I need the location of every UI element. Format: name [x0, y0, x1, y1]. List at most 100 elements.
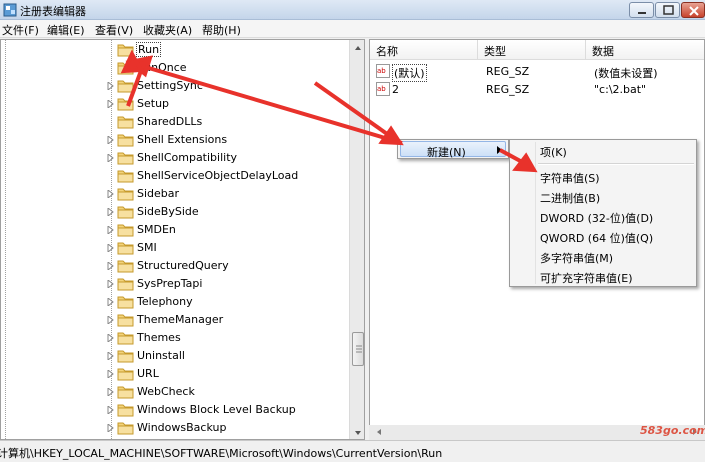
expand-arrow-icon[interactable] [107, 190, 114, 198]
expand-arrow-icon[interactable] [107, 370, 114, 378]
folder-icon [117, 98, 134, 111]
submenu-item-qword-value[interactable]: QWORD (64 位)值(Q) [540, 230, 653, 248]
tree-item-label: RunOnce [137, 61, 187, 74]
expand-arrow-icon[interactable] [107, 280, 114, 288]
tree-item-label: WindowsBackup [137, 421, 227, 434]
folder-icon [117, 368, 134, 381]
expand-arrow-icon[interactable] [107, 406, 114, 414]
close-button[interactable] [681, 2, 705, 18]
tree-item[interactable]: Uninstall [1, 347, 341, 365]
grip-icon [356, 345, 362, 353]
submenu-item-string-value[interactable]: 字符串值(S) [540, 170, 600, 188]
expand-arrow-icon[interactable] [107, 100, 114, 108]
expand-arrow-icon[interactable] [107, 226, 114, 234]
menu-item-new-label: 新建(N) [427, 146, 466, 159]
expand-arrow-icon[interactable] [107, 334, 114, 342]
window-title: 注册表编辑器 [20, 5, 86, 18]
expand-arrow-icon[interactable] [107, 388, 114, 396]
new-submenu: 项(K) 字符串值(S) 二进制值(B) DWORD (32-位)值(D) QW… [509, 139, 697, 287]
expand-arrow-icon[interactable] [107, 262, 114, 270]
expand-arrow-icon[interactable] [107, 316, 114, 324]
menu-favorites[interactable]: 收藏夹(A) [143, 22, 192, 38]
expand-arrow-icon[interactable] [107, 154, 114, 162]
scroll-up-icon[interactable] [350, 40, 365, 56]
tree-item[interactable]: Setup [1, 95, 341, 113]
scrollbar-thumb[interactable] [352, 332, 364, 366]
tree-item-label: Setup [137, 97, 170, 110]
expand-arrow-icon[interactable] [107, 136, 114, 144]
expand-arrow-icon[interactable] [107, 352, 114, 360]
tree-item[interactable]: Sidebar [1, 185, 341, 203]
expand-arrow-icon[interactable] [107, 424, 114, 432]
menu-file[interactable]: 文件(F) [2, 22, 39, 38]
maximize-button[interactable] [655, 2, 680, 18]
column-header-data[interactable]: 数据 [586, 40, 704, 60]
folder-icon [117, 224, 134, 237]
folder-icon [117, 170, 134, 183]
tree-item[interactable]: ShellServiceObjectDelayLoad [1, 167, 341, 185]
submenu-item-binary-value[interactable]: 二进制值(B) [540, 190, 600, 208]
tree-item[interactable]: RunOnce [1, 59, 341, 77]
list-row[interactable]: ab (默认) REG_SZ (数值未设置) [370, 62, 704, 82]
regedit-icon [3, 3, 17, 17]
tree-item[interactable]: ThemeManager [1, 311, 341, 329]
folder-icon [117, 206, 134, 219]
tree-item[interactable]: WindowsBackup [1, 419, 341, 437]
list-row[interactable]: ab 2 REG_SZ "c:\2.bat" [370, 80, 704, 98]
column-header-name[interactable]: 名称 [370, 40, 478, 60]
folder-icon [117, 260, 134, 273]
tree-item[interactable]: SMDEn [1, 221, 341, 239]
submenu-item-expandable-string-value[interactable]: 可扩充字符串值(E) [540, 270, 633, 288]
expand-arrow-icon[interactable] [107, 244, 114, 252]
tree-item-label: ShellCompatibility [137, 151, 238, 164]
tree-item[interactable]: SideBySide [1, 203, 341, 221]
expand-arrow-icon[interactable] [107, 298, 114, 306]
tree-item[interactable]: Telephony [1, 293, 341, 311]
menu-view[interactable]: 查看(V) [95, 22, 133, 38]
minimize-icon [638, 12, 646, 14]
tree-item[interactable]: Run [1, 41, 341, 59]
submenu-item-multi-string-value[interactable]: 多字符串值(M) [540, 250, 613, 268]
tree-item-label: Uninstall [137, 349, 185, 362]
tree-item[interactable]: SysPrepTapi [1, 275, 341, 293]
tree-item[interactable]: StructuredQuery [1, 257, 341, 275]
tree-item-label: Windows Block Level Backup [137, 403, 296, 416]
value-type: REG_SZ [486, 65, 530, 78]
tree-item[interactable]: Shell Extensions [1, 131, 341, 149]
submenu-item-key[interactable]: 项(K) [540, 144, 567, 162]
tree-item[interactable]: SharedDLLs [1, 113, 341, 131]
tree-item[interactable]: Themes [1, 329, 341, 347]
folder-icon [117, 278, 134, 291]
value-data: (数值未设置) [594, 67, 658, 80]
tree-item[interactable]: SettingSync [1, 77, 341, 95]
tree-item[interactable]: ShellCompatibility [1, 149, 341, 167]
watermark: 583go.com [640, 424, 705, 437]
tree-item[interactable]: SMI [1, 239, 341, 257]
menu-bar: 文件(F) 编辑(E) 查看(V) 收藏夹(A) 帮助(H) [0, 20, 705, 38]
column-type-label: 类型 [484, 45, 506, 58]
column-name-label: 名称 [376, 45, 398, 58]
scroll-down-icon[interactable] [350, 425, 365, 440]
tree-item-label: Run [136, 42, 162, 57]
expand-arrow-icon[interactable] [107, 82, 114, 90]
folder-icon [117, 152, 134, 165]
tree-item[interactable]: WebCheck [1, 383, 341, 401]
value-type: REG_SZ [486, 83, 530, 96]
column-header-type[interactable]: 类型 [478, 40, 586, 60]
menu-item-new[interactable]: 新建(N) [400, 141, 506, 159]
tree-item-label: SettingSync [137, 79, 203, 92]
folder-icon [117, 242, 134, 255]
folder-icon [117, 116, 134, 129]
folder-icon [117, 422, 134, 435]
tree-vertical-scrollbar[interactable] [349, 40, 365, 440]
tree-item-label: StructuredQuery [137, 259, 229, 272]
status-bar: 计算机\HKEY_LOCAL_MACHINE\SOFTWARE\Microsof… [0, 440, 705, 462]
tree-item[interactable]: URL [1, 365, 341, 383]
submenu-item-dword-value[interactable]: DWORD (32-位)值(D) [540, 210, 653, 228]
menu-help[interactable]: 帮助(H) [202, 22, 241, 38]
minimize-button[interactable] [629, 2, 654, 18]
menu-edit[interactable]: 编辑(E) [47, 22, 85, 38]
registry-tree[interactable]: Run RunOnce SettingSync Setup SharedDLLs Shel… [0, 39, 365, 440]
tree-item[interactable]: Windows Block Level Backup [1, 401, 341, 419]
expand-arrow-icon[interactable] [107, 208, 114, 216]
